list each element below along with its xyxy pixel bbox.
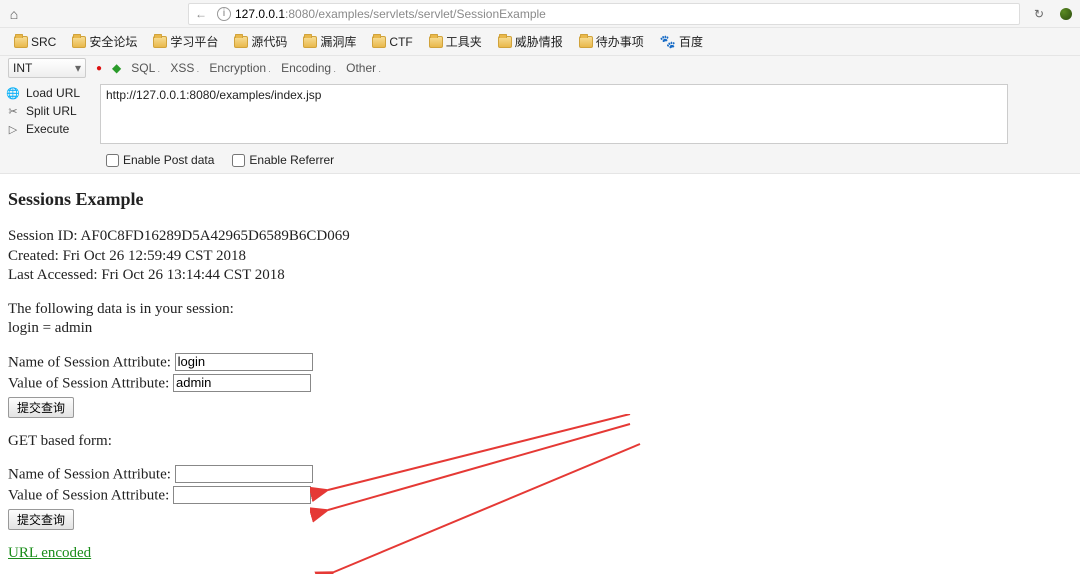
bookmark-item[interactable]: 待办事项 — [573, 31, 650, 52]
browser-topbar: ⌂ ← i 127.0.0.1:8080/examples/servlets/s… — [0, 0, 1080, 28]
bookmark-label: SRC — [31, 35, 56, 49]
folder-icon — [429, 36, 443, 48]
bookmark-item[interactable]: 🐾百度 — [654, 31, 709, 52]
submit-button-1[interactable]: 提交查询 — [8, 397, 74, 418]
hackbar-menubar: INT ▾ ● ◆ SQL XSS Encryption Encoding Other — [0, 56, 1080, 80]
name-attr-label: Name of Session Attribute: — [8, 354, 171, 370]
url-host: 127.0.0.1 — [235, 7, 285, 21]
folder-icon — [234, 36, 248, 48]
bookmark-label: 威胁情报 — [515, 33, 563, 50]
load-url-label: Load URL — [26, 86, 80, 100]
last-accessed-label: Last Accessed: — [8, 267, 101, 283]
load-url-button[interactable]: 🌐 Load URL — [6, 84, 94, 102]
session-data: The following data is in your session: l… — [8, 300, 1072, 339]
folder-icon — [72, 36, 86, 48]
hackbar-menu-xss[interactable]: XSS — [170, 61, 199, 75]
hackbar-panel: INT ▾ ● ◆ SQLXSSEncryptionEncodingOther … — [0, 56, 1080, 174]
value-attr-input-2[interactable] — [173, 486, 311, 504]
get-form-heading: GET based form: — [8, 432, 1072, 452]
bookmark-label: 源代码 — [251, 33, 287, 50]
name-attr-input[interactable] — [175, 353, 313, 371]
bookmark-label: 学习平台 — [170, 33, 218, 50]
site-info-icon[interactable]: i — [217, 7, 231, 21]
execute-button[interactable]: ▷ Execute — [6, 120, 94, 138]
scissors-icon: ✂ — [6, 105, 20, 118]
session-info: Session ID: AF0C8FD16289D5A42965D6589B6C… — [8, 227, 1072, 286]
session-data-intro: The following data is in your session: — [8, 300, 1072, 320]
bookmark-item[interactable]: SRC — [8, 33, 62, 51]
created-value: Fri Oct 26 12:59:49 CST 2018 — [63, 248, 247, 264]
split-url-button[interactable]: ✂ Split URL — [6, 102, 94, 120]
reload-icon[interactable]: ↻ — [1026, 7, 1052, 21]
name-attr-label-2: Name of Session Attribute: — [8, 467, 171, 483]
bookmark-item[interactable]: 工具夹 — [423, 31, 488, 52]
type-selector[interactable]: INT ▾ — [8, 58, 86, 78]
created-label: Created: — [8, 248, 63, 264]
value-attr-label: Value of Session Attribute: — [8, 375, 169, 391]
bookmark-label: CTF — [389, 35, 412, 49]
folder-icon — [303, 36, 317, 48]
hackbar-url-input[interactable] — [100, 84, 1008, 144]
record-icon[interactable]: ● — [96, 63, 102, 74]
enable-post-checkbox[interactable]: Enable Post data — [106, 153, 214, 167]
folder-icon — [153, 36, 167, 48]
bookmarks-bar: SRC 安全论坛 学习平台 源代码 漏洞库 CTF 工具夹 威胁情报 待办事项 🐾百度 — [0, 28, 1080, 56]
hackbar-menu-encryption[interactable]: Encryption — [209, 61, 271, 75]
add-icon[interactable]: ◆ — [112, 61, 121, 75]
bookmark-item[interactable]: 漏洞库 — [297, 31, 362, 52]
submit-button-2[interactable]: 提交查询 — [8, 509, 74, 530]
bookmark-item[interactable]: 学习平台 — [147, 31, 224, 52]
bookmark-item[interactable]: CTF — [366, 33, 418, 51]
folder-icon — [579, 36, 593, 48]
bookmark-label: 安全论坛 — [89, 33, 137, 50]
bookmark-label: 待办事项 — [596, 33, 644, 50]
bookmark-label: 漏洞库 — [320, 33, 356, 50]
session-id-label: Session ID: — [8, 228, 81, 244]
bookmark-label: 工具夹 — [446, 33, 482, 50]
bookmark-item[interactable]: 安全论坛 — [66, 31, 143, 52]
home-icon[interactable]: ⌂ — [0, 6, 28, 22]
enable-post-label: Enable Post data — [123, 153, 214, 167]
hackbar-menu-sql[interactable]: SQL — [131, 61, 160, 75]
extension-dot-icon[interactable] — [1060, 8, 1072, 20]
paw-icon: 🐾 — [660, 34, 676, 50]
play-icon: ▷ — [6, 123, 20, 136]
enable-referrer-checkbox[interactable]: Enable Referrer — [232, 153, 334, 167]
bookmark-item[interactable]: 源代码 — [228, 31, 293, 52]
url-path: :8080/examples/servlets/servlet/SessionE… — [285, 7, 546, 21]
value-attr-input[interactable] — [173, 374, 311, 392]
execute-label: Execute — [26, 122, 69, 136]
value-attr-label-2: Value of Session Attribute: — [8, 488, 169, 504]
split-url-label: Split URL — [26, 104, 77, 118]
name-attr-input-2[interactable] — [175, 465, 313, 483]
page-title: Sessions Example — [8, 188, 1072, 211]
folder-icon — [14, 36, 28, 48]
folder-icon — [498, 36, 512, 48]
globe-icon: 🌐 — [6, 87, 20, 100]
session-data-line: login = admin — [8, 319, 1072, 339]
folder-icon — [372, 36, 386, 48]
enable-referrer-label: Enable Referrer — [249, 153, 334, 167]
url-bar[interactable]: ← i 127.0.0.1:8080/examples/servlets/ser… — [188, 3, 1020, 25]
url-encoded-link[interactable]: URL encoded — [8, 545, 91, 561]
bookmark-item[interactable]: 威胁情报 — [492, 31, 569, 52]
type-selector-label: INT — [13, 61, 32, 75]
last-accessed-value: Fri Oct 26 13:14:44 CST 2018 — [101, 267, 285, 283]
session-id-value: AF0C8FD16289D5A42965D6589B6CD069 — [81, 228, 350, 244]
chevron-down-icon: ▾ — [75, 61, 81, 75]
back-icon[interactable]: ← — [189, 7, 213, 21]
hackbar-side: 🌐 Load URL ✂ Split URL ▷ Execute — [0, 80, 100, 153]
page-content: Sessions Example Session ID: AF0C8FD1628… — [0, 174, 1080, 570]
bookmark-label: 百度 — [679, 33, 703, 50]
hackbar-menu-encoding[interactable]: Encoding — [281, 61, 336, 75]
hackbar-menu-other[interactable]: Other — [346, 61, 381, 75]
